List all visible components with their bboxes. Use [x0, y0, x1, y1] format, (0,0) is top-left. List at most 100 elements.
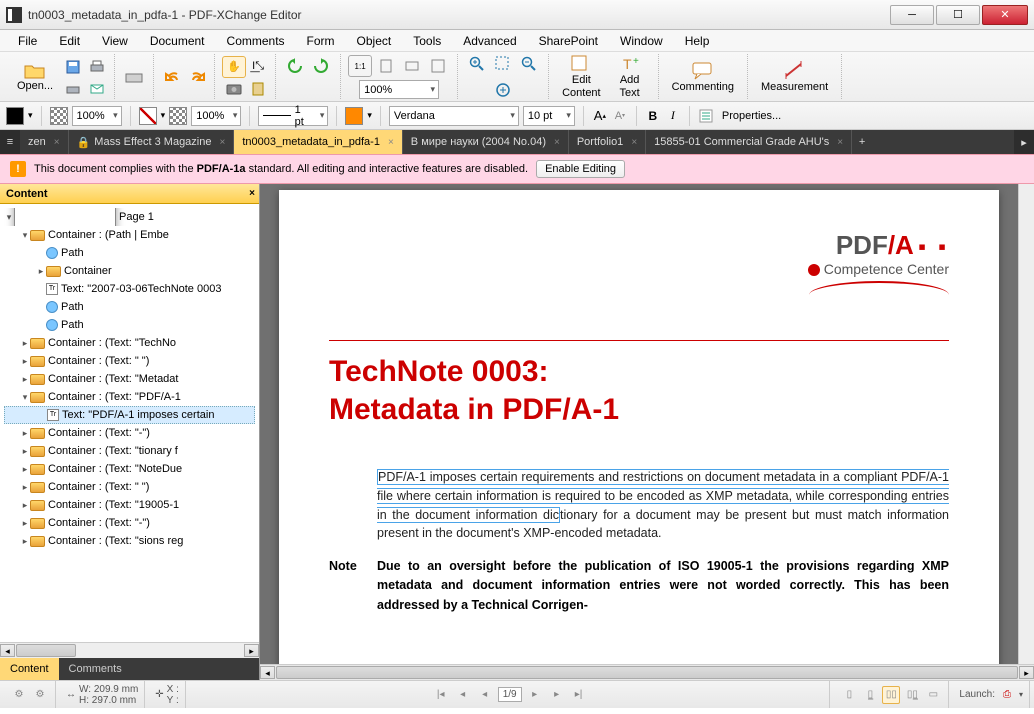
tree-node[interactable]: ▾Container : (Path | Embe [4, 226, 255, 244]
new-tab-button[interactable]: + [852, 130, 872, 154]
commenting-button[interactable]: Commenting [665, 58, 741, 96]
tree-node[interactable]: Path [4, 244, 255, 262]
prev-view-button[interactable]: ◂ [476, 686, 494, 704]
save-button[interactable] [61, 56, 85, 78]
tree-node[interactable]: TrText: "2007-03-06TechNote 0003 [4, 280, 255, 298]
rotate-ccw-button[interactable] [283, 55, 307, 77]
tree-node[interactable]: ▸Container : (Text: "NoteDue [4, 460, 255, 478]
layout-cont-button[interactable]: ▯̲ [861, 686, 879, 704]
close-button[interactable]: ✕ [982, 5, 1028, 25]
doc-tab[interactable]: Portfolio1× [569, 130, 646, 154]
panel-tab-content[interactable]: Content [0, 658, 59, 680]
italic-button[interactable]: I [665, 108, 681, 124]
fill-opacity-combo[interactable]: 100% [72, 106, 122, 126]
enable-editing-button[interactable]: Enable Editing [536, 160, 625, 178]
tree-node[interactable]: ▸Container : (Text: "sions reg [4, 532, 255, 550]
stroke-opacity-combo[interactable]: 100% [191, 106, 241, 126]
tree-node[interactable]: ▾Page 1 [4, 208, 255, 226]
fit-page-button[interactable] [374, 55, 398, 77]
scroll-thumb[interactable] [16, 644, 76, 657]
zoom-in-button[interactable] [465, 53, 489, 75]
undo-button[interactable] [161, 67, 185, 89]
document-scroll[interactable]: PDF/A ▪ ▪ Competence Center TechNote 000… [260, 184, 1018, 664]
tree-node[interactable]: ▸Container : (Text: "Metadat [4, 370, 255, 388]
tree-node[interactable]: ▸Container [4, 262, 255, 280]
doc-tab[interactable]: zen× [20, 130, 69, 154]
measurement-button[interactable]: Measurement [754, 58, 835, 96]
stroke-opacity-swatch[interactable] [169, 107, 187, 125]
open-button[interactable]: Open... [10, 59, 60, 95]
add-text-button[interactable]: T+ Add Text [608, 51, 652, 101]
options2-icon[interactable]: ⚙ [31, 686, 49, 704]
doc-tab[interactable]: В мире науки (2004 No.04)× [403, 130, 569, 154]
fit-width-button[interactable] [400, 55, 424, 77]
panel-tab-comments[interactable]: Comments [59, 658, 132, 680]
menu-object[interactable]: Object [347, 32, 402, 50]
menu-help[interactable]: Help [675, 32, 720, 50]
tree-node[interactable]: TrText: "PDF/A-1 imposes certain [4, 406, 255, 424]
tree-node[interactable]: ▸Container : (Text: "TechNo [4, 334, 255, 352]
redo-button[interactable] [185, 67, 209, 89]
tree-node[interactable]: ▸Container : (Text: " ") [4, 352, 255, 370]
page-number-input[interactable]: 1/9 [498, 687, 522, 702]
font-combo[interactable]: Verdana [389, 106, 519, 126]
minimize-button[interactable]: ─ [890, 5, 934, 25]
tree-node[interactable]: Path [4, 316, 255, 334]
panel-close-button[interactable]: × [249, 188, 255, 199]
grow-font-button[interactable]: A▴ [592, 108, 608, 124]
tree-node[interactable]: ▸Container : (Text: " ") [4, 478, 255, 496]
bold-button[interactable]: B [645, 108, 661, 124]
next-page-button[interactable]: ▸ [548, 686, 566, 704]
shrink-font-button[interactable]: A▾ [612, 108, 628, 124]
clipboard-button[interactable] [246, 78, 270, 100]
scan-button[interactable] [122, 66, 146, 88]
tree-node[interactable]: ▾Container : (Text: "PDF/A-1 [4, 388, 255, 406]
tab-menu-button[interactable]: ≡ [0, 130, 20, 154]
print-all-button[interactable] [61, 78, 85, 100]
highlight-color-swatch[interactable] [345, 107, 363, 125]
fill-color-swatch[interactable] [6, 107, 24, 125]
font-size-combo[interactable]: 10 pt [523, 106, 575, 126]
hand-tool-button[interactable]: ✋ [222, 56, 246, 78]
tab-close-button[interactable]: × [837, 137, 843, 148]
email-button[interactable] [85, 78, 109, 100]
viewport-vscrollbar[interactable] [1018, 184, 1034, 664]
select-tool-button[interactable]: I͟⤡ [246, 56, 270, 78]
layout-book-button[interactable]: ▭ [924, 686, 942, 704]
menu-edit[interactable]: Edit [49, 32, 90, 50]
tree-node[interactable]: ▸Container : (Text: "-") [4, 424, 255, 442]
next-view-button[interactable]: ▸ [526, 686, 544, 704]
tab-close-button[interactable]: × [388, 137, 394, 148]
fill-opacity-swatch[interactable] [50, 107, 68, 125]
options-icon[interactable]: ⚙ [10, 686, 28, 704]
snapshot-button[interactable] [222, 78, 246, 100]
doc-tab[interactable]: 🔒Mass Effect 3 Magazine× [69, 130, 235, 154]
zoom-out-button[interactable] [517, 53, 541, 75]
menu-comments[interactable]: Comments [217, 32, 295, 50]
menu-window[interactable]: Window [610, 32, 673, 50]
doc-tab[interactable]: tn0003_metadata_in_pdfa-1× [234, 130, 402, 154]
prev-page-button[interactable]: ◂ [454, 686, 472, 704]
scroll-left-button[interactable]: ◂ [0, 644, 15, 657]
maximize-button[interactable]: ☐ [936, 5, 980, 25]
launch-pdf-icon[interactable]: ⎙ [998, 686, 1016, 704]
menu-file[interactable]: File [8, 32, 47, 50]
tree-node[interactable]: ▸Container : (Text: "19005-1 [4, 496, 255, 514]
tab-close-button[interactable]: × [219, 137, 225, 148]
print-button[interactable] [85, 56, 109, 78]
menu-document[interactable]: Document [140, 32, 215, 50]
scroll-right-button[interactable]: ▸ [244, 644, 259, 657]
first-page-button[interactable]: |◂ [432, 686, 450, 704]
layout-single-button[interactable]: ▯ [840, 686, 858, 704]
tree-node[interactable]: Path [4, 298, 255, 316]
fit-visible-button[interactable] [426, 55, 450, 77]
tree-node[interactable]: ▸Container : (Text: "-") [4, 514, 255, 532]
doc-tab[interactable]: 15855-01 Commercial Grade AHU's× [646, 130, 852, 154]
rotate-cw-button[interactable] [309, 55, 333, 77]
loupe-button[interactable] [491, 53, 515, 75]
viewport-hscrollbar[interactable]: ◂ ▸ [260, 664, 1034, 680]
menu-sharepoint[interactable]: SharePoint [529, 32, 608, 50]
actual-size-button[interactable]: 1:1 [348, 55, 372, 77]
zoom-in2-button[interactable] [491, 79, 515, 101]
layout-facing-button[interactable]: ▯▯ [882, 686, 900, 704]
